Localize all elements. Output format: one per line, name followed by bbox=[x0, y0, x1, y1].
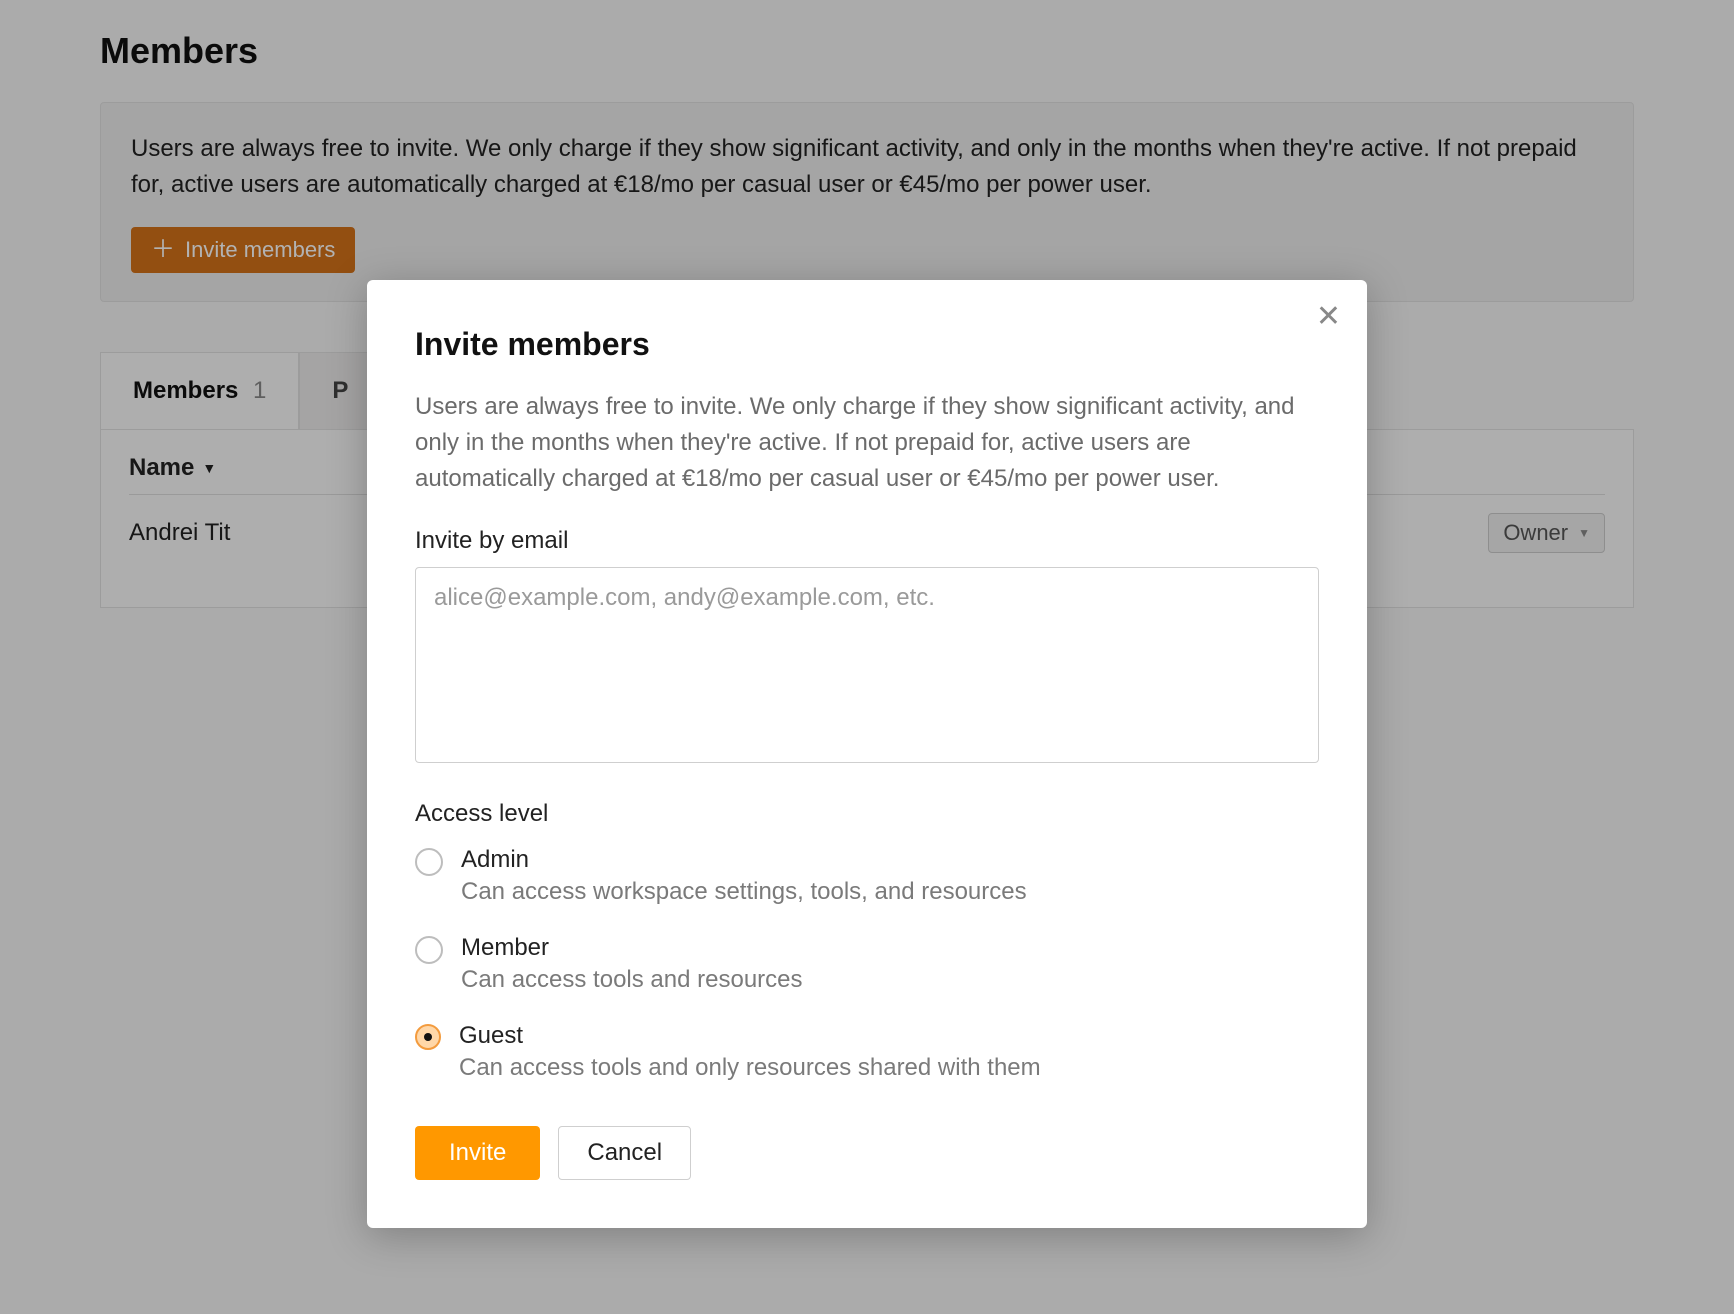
access-level-radio-group: Admin Can access workspace settings, too… bbox=[415, 846, 1319, 1082]
radio-guest-label: Guest bbox=[459, 1022, 1041, 1050]
modal-overlay[interactable]: ✕ Invite members Users are always free t… bbox=[0, 0, 1734, 1314]
radio-admin[interactable]: Admin Can access workspace settings, too… bbox=[415, 846, 1319, 906]
radio-indicator bbox=[415, 848, 443, 876]
radio-member[interactable]: Member Can access tools and resources bbox=[415, 934, 1319, 994]
radio-guest-desc: Can access tools and only resources shar… bbox=[459, 1054, 1041, 1082]
radio-admin-label: Admin bbox=[461, 846, 1027, 874]
radio-guest[interactable]: Guest Can access tools and only resource… bbox=[415, 1022, 1319, 1082]
invite-button[interactable]: Invite bbox=[415, 1126, 540, 1180]
access-level-label: Access level bbox=[415, 800, 1319, 828]
radio-admin-desc: Can access workspace settings, tools, an… bbox=[461, 878, 1027, 906]
radio-member-desc: Can access tools and resources bbox=[461, 966, 803, 994]
radio-member-label: Member bbox=[461, 934, 803, 962]
radio-indicator bbox=[415, 936, 443, 964]
close-button[interactable]: ✕ bbox=[1316, 302, 1341, 332]
cancel-button[interactable]: Cancel bbox=[558, 1126, 691, 1180]
invite-by-email-label: Invite by email bbox=[415, 527, 1319, 555]
close-icon: ✕ bbox=[1316, 300, 1341, 333]
invite-email-input[interactable] bbox=[415, 567, 1319, 763]
modal-description: Users are always free to invite. We only… bbox=[415, 389, 1319, 497]
radio-indicator bbox=[415, 1024, 441, 1050]
modal-title: Invite members bbox=[415, 326, 1319, 363]
invite-members-modal: ✕ Invite members Users are always free t… bbox=[367, 280, 1367, 1228]
